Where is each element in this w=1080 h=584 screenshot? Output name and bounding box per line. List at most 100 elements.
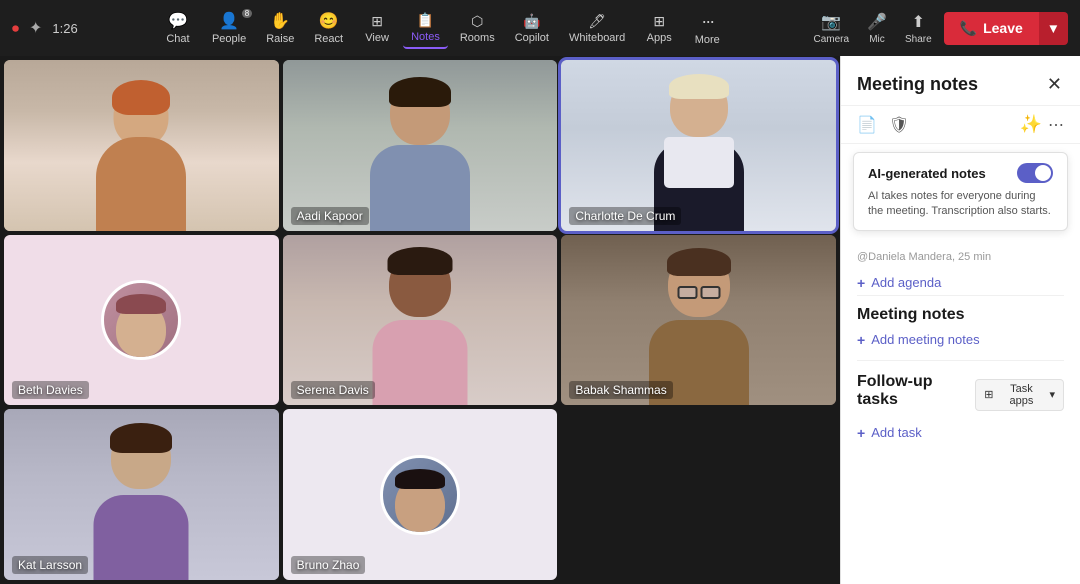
panel-close-btn[interactable]: ✕ <box>1045 72 1064 97</box>
mic-label: Mic <box>869 34 885 45</box>
participant-name-p4: Beth Davies <box>12 381 89 399</box>
camera-label: Camera <box>813 34 849 45</box>
nav-people[interactable]: 👤 People 8 <box>204 7 254 49</box>
leave-button[interactable]: 📞 Leave <box>944 12 1039 45</box>
meeting-notes-title: Meeting notes <box>857 306 1064 324</box>
notes-view-icon[interactable]: 📄 <box>857 115 877 135</box>
nav-notes[interactable]: 📋 Notes <box>403 8 448 49</box>
record-icon: ⏺ <box>12 20 19 37</box>
shield-icon[interactable]: 🛡 <box>889 115 909 135</box>
toggle-knob <box>1035 165 1051 181</box>
nav-chat[interactable]: 💬 Chat <box>156 7 200 49</box>
share-icon: ⬆ <box>912 12 925 32</box>
top-bar-left: ⏺ ✦ 1:26 <box>12 18 78 38</box>
leave-chevron-btn[interactable]: ▼ <box>1039 12 1068 45</box>
leave-button-group: 📞 Leave ▼ <box>944 12 1068 45</box>
participant-name-p6: Babak Shammas <box>569 381 672 399</box>
react-icon: 😊 <box>319 11 339 31</box>
side-panel: Meeting notes ✕ 📄 🛡 ✨ ⋯ AI-generated not… <box>840 56 1080 584</box>
video-cell-p2[interactable]: Aadi Kapoor <box>283 60 558 231</box>
nav-rooms[interactable]: ⬡ Rooms <box>452 9 503 48</box>
sparkle-icon[interactable]: ✨ <box>1020 114 1042 135</box>
notes-icon: 📋 <box>417 12 434 29</box>
nav-notes-label: Notes <box>411 31 440 43</box>
panel-toolbar-right: ✨ ⋯ <box>1020 114 1064 135</box>
nav-copilot-label: Copilot <box>515 32 549 44</box>
meeting-notes-section: Meeting notes + Add meeting notes <box>857 306 1064 361</box>
avatar-beth <box>101 280 181 360</box>
add-task-link[interactable]: + Add task <box>857 425 1064 441</box>
panel-toolbar-left: 📄 🛡 <box>857 115 909 135</box>
add-agenda-label: Add agenda <box>871 275 941 290</box>
nav-whiteboard-label: Whiteboard <box>569 32 625 44</box>
leave-label: Leave <box>983 20 1023 36</box>
participant-name-p5: Serena Davis <box>291 381 375 399</box>
share-btn[interactable]: ⬆ Share <box>899 8 938 49</box>
add-meeting-notes-label: Add meeting notes <box>871 332 979 347</box>
divider-1 <box>857 295 1064 296</box>
panel-header: Meeting notes ✕ <box>841 56 1080 106</box>
video-cell-p1[interactable] <box>4 60 279 231</box>
mic-btn[interactable]: 🎤 Mic <box>861 8 893 49</box>
scrolled-hint: @Daniela Mandera, 25 min <box>857 247 1064 267</box>
video-cell-p8[interactable]: Bruno Zhao <box>283 409 558 580</box>
ai-notes-toggle[interactable] <box>1017 163 1053 183</box>
panel-title: Meeting notes <box>857 74 978 95</box>
task-apps-label: Task apps <box>998 383 1046 407</box>
video-cell-p6[interactable]: Babak Shammas <box>561 235 836 406</box>
followup-header: Follow-up tasks ⊞ Task apps ▾ <box>857 373 1064 417</box>
top-bar-nav: 💬 Chat 👤 People 8 ✋ Raise 😊 React ⊞ View… <box>156 7 729 50</box>
nav-apps-label: Apps <box>647 32 672 44</box>
task-apps-btn[interactable]: ⊞ Task apps ▾ <box>975 379 1064 411</box>
video-cell-p3[interactable]: Charlotte De Crum <box>561 60 836 231</box>
task-apps-icon: ⊞ <box>984 388 993 401</box>
nav-more[interactable]: ··· More <box>685 7 729 50</box>
nav-people-label: People <box>212 33 246 45</box>
participant-name-p2: Aadi Kapoor <box>291 207 369 225</box>
nav-chat-label: Chat <box>166 33 189 45</box>
apps-icon: ⊞ <box>653 13 665 30</box>
ai-notes-header: AI-generated notes <box>868 163 1053 183</box>
nav-react[interactable]: 😊 React <box>306 7 351 49</box>
ai-notes-desc: AI takes notes for everyone during the m… <box>868 189 1053 220</box>
more-icon[interactable]: ✦ <box>29 18 42 38</box>
video-cell-p5[interactable]: Serena Davis <box>283 235 558 406</box>
more-nav-icon: ··· <box>701 11 713 32</box>
phone-icon: 📞 <box>960 20 977 37</box>
camera-btn[interactable]: 📷 Camera <box>807 8 855 49</box>
add-agenda-link[interactable]: + Add agenda <box>857 275 1064 291</box>
rooms-icon: ⬡ <box>471 13 483 30</box>
nav-whiteboard[interactable]: 🖊 Whiteboard <box>561 9 633 48</box>
video-cell-p4[interactable]: Beth Davies <box>4 235 279 406</box>
ellipsis-icon[interactable]: ⋯ <box>1048 115 1064 135</box>
nav-apps[interactable]: ⊞ Apps <box>637 9 681 48</box>
participant-name-p7: Kat Larsson <box>12 556 88 574</box>
top-bar: ⏺ ✦ 1:26 💬 Chat 👤 People 8 ✋ Raise 😊 Rea… <box>0 0 1080 56</box>
ai-notes-card: AI-generated notes AI takes notes for ev… <box>853 152 1068 231</box>
add-task-icon: + <box>857 425 865 441</box>
followup-title: Follow-up tasks <box>857 373 975 409</box>
copilot-icon: 🤖 <box>523 13 540 30</box>
nav-view[interactable]: ⊞ View <box>355 9 399 48</box>
nav-raise[interactable]: ✋ Raise <box>258 7 302 49</box>
add-task-label: Add task <box>871 425 922 440</box>
panel-content: @Daniela Mandera, 25 min + Add agenda Me… <box>841 239 1080 584</box>
nav-rooms-label: Rooms <box>460 32 495 44</box>
top-bar-right: 📷 Camera 🎤 Mic ⬆ Share 📞 Leave ▼ <box>807 8 1068 49</box>
video-cell-p7[interactable]: Kat Larsson <box>4 409 279 580</box>
nav-copilot[interactable]: 🤖 Copilot <box>507 9 557 48</box>
participant-name-p3: Charlotte De Crum <box>569 207 681 225</box>
panel-header-icons: ✕ <box>1045 72 1064 97</box>
followup-section: Follow-up tasks ⊞ Task apps ▾ + Add task <box>857 373 1064 441</box>
add-meeting-notes-icon: + <box>857 332 865 348</box>
ai-notes-label: AI-generated notes <box>868 166 986 181</box>
add-agenda-icon: + <box>857 275 865 291</box>
whiteboard-icon: 🖊 <box>588 13 606 30</box>
add-meeting-notes-link[interactable]: + Add meeting notes <box>857 332 1064 348</box>
nav-view-label: View <box>365 32 389 44</box>
camera-icon: 📷 <box>821 12 841 32</box>
view-icon: ⊞ <box>371 13 383 30</box>
share-label: Share <box>905 34 932 45</box>
nav-more-label: More <box>695 34 720 46</box>
avatar-bruno <box>380 455 460 535</box>
